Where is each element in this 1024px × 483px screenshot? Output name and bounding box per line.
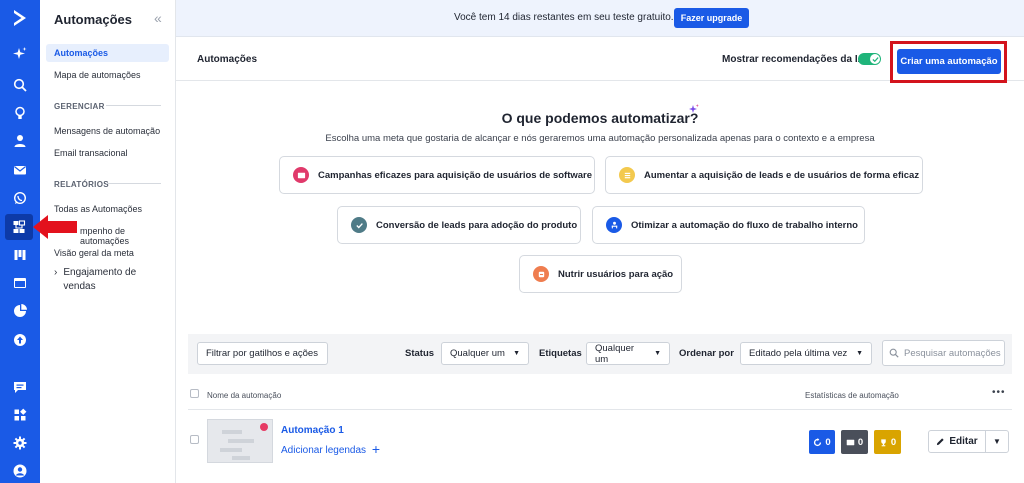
sparkle-icon[interactable]	[8, 42, 32, 66]
sidebar-item-all-automations[interactable]: Todas as Automações	[54, 204, 142, 214]
caret-down-icon: ▼	[654, 350, 661, 357]
column-stats-header: Estatísticas de automação	[805, 391, 899, 400]
automations-icon[interactable]	[5, 214, 33, 240]
goal-card[interactable]: Conversão de leads para adoção do produt…	[337, 206, 581, 244]
secondary-sidebar: Automações « Automações Mapa de automaçõ…	[40, 0, 176, 483]
website-icon[interactable]	[8, 271, 32, 295]
icon-rail	[0, 0, 40, 483]
nurture-icon	[533, 266, 549, 282]
chevron-right-icon: ›	[54, 267, 58, 278]
sidebar-item-automations[interactable]: Automações	[46, 44, 169, 62]
caret-down-icon: ▼	[856, 350, 863, 357]
page-title: Automações	[197, 54, 258, 65]
sidebar-item-automation-messages[interactable]: Mensagens de automação	[54, 126, 160, 136]
sidebar-group-sales-engagement[interactable]: › Engajamento de vendas	[54, 266, 153, 294]
lightbulb-icon[interactable]	[8, 101, 32, 125]
filter-triggers-button[interactable]: Filtrar por gatilhos e ações	[197, 342, 328, 365]
contacts-icon[interactable]	[8, 129, 32, 153]
automation-thumbnail[interactable]	[207, 419, 273, 463]
goal-card[interactable]: Aumentar a aquisição de leads e de usuár…	[605, 156, 923, 194]
column-name-header: Nome da automação	[207, 391, 282, 400]
pencil-icon	[937, 438, 944, 446]
collapse-sidebar-icon[interactable]: «	[154, 10, 162, 26]
tags-select[interactable]: Qualquer um ▼	[586, 342, 670, 365]
user-avatar-icon[interactable]	[8, 459, 32, 483]
red-arrow-annotation	[33, 215, 77, 239]
sidebar-item-automation-map[interactable]: Mapa de automações	[54, 70, 141, 80]
stat-goal-badge[interactable]: 0	[874, 430, 901, 454]
whatsapp-icon[interactable]	[8, 186, 32, 210]
upgrade-button[interactable]: Fazer upgrade	[674, 8, 749, 28]
tags-label: Etiquetas	[539, 348, 582, 359]
automation-name-link[interactable]: Automação 1	[281, 425, 344, 436]
logo-icon[interactable]	[8, 6, 32, 30]
ai-recommendations-label: Mostrar recomendações da IA	[722, 54, 865, 65]
trophy-icon	[881, 438, 886, 446]
workflow-icon	[606, 217, 622, 233]
cycle-icon	[814, 437, 822, 446]
edit-button[interactable]: Editar	[928, 430, 986, 453]
sidebar-item-transactional-email[interactable]: Email transacional	[54, 148, 128, 158]
highlight-box: Criar uma automação	[890, 41, 1007, 83]
search-icon	[889, 348, 899, 358]
filters-bar: Filtrar por gatilhos e ações Status Qual…	[188, 334, 1012, 374]
sparkle-icon	[689, 104, 699, 113]
status-dot	[260, 423, 268, 431]
ai-subtitle: Escolha uma meta que gostaria de alcança…	[325, 133, 875, 144]
sidebar-item-automation-performance[interactable]: mpenho de automações	[80, 226, 175, 246]
section-manage-heading: GERENCIAR	[54, 102, 105, 111]
caret-down-icon: ▼	[993, 437, 1001, 446]
search-input[interactable]: Pesquisar automações	[882, 340, 1005, 366]
ai-recommendations-toggle[interactable]	[858, 53, 881, 65]
apps-icon[interactable]	[8, 403, 32, 427]
ai-heading: O que podemos automatizar?	[501, 110, 699, 126]
trial-banner: Você tem 14 dias restantes em seu teste …	[176, 0, 1024, 37]
status-label: Status	[405, 348, 435, 359]
more-options-icon[interactable]: •••	[992, 387, 1006, 398]
sidebar-title: Automações	[54, 12, 133, 27]
sort-label: Ordenar por	[679, 348, 734, 359]
goal-card[interactable]: Campanhas eficazes para aquisição de usu…	[279, 156, 595, 194]
row-checkbox[interactable]	[190, 435, 199, 444]
table-row: Automação 1 Adicionar legendas + 0 0 0 E…	[188, 410, 1012, 483]
pipelines-icon[interactable]	[8, 243, 32, 267]
stat-contacts-badge[interactable]: 0	[809, 430, 835, 454]
section-reports-heading: RELATÓRIOS	[54, 180, 109, 189]
list-icon	[619, 167, 635, 183]
create-automation-button[interactable]: Criar uma automação	[897, 49, 1001, 74]
add-labels-link[interactable]: Adicionar legendas +	[281, 441, 380, 457]
check-icon	[870, 54, 880, 64]
edit-dropdown-button[interactable]: ▼	[985, 430, 1009, 453]
upgrade-icon[interactable]	[8, 328, 32, 352]
reports-icon[interactable]	[8, 299, 32, 323]
goal-card[interactable]: Nutrir usuários para ação	[519, 255, 682, 293]
mail-icon	[846, 439, 855, 445]
plus-icon: +	[371, 441, 381, 457]
section-divider	[106, 183, 161, 184]
caret-down-icon: ▼	[513, 350, 520, 357]
search-icon[interactable]	[8, 73, 32, 97]
select-all-checkbox[interactable]	[190, 389, 199, 398]
settings-icon[interactable]	[8, 431, 32, 455]
stat-email-badge[interactable]: 0	[841, 430, 868, 454]
sort-select[interactable]: Editado pela última vez ▼	[740, 342, 872, 365]
check-circle-icon	[351, 217, 367, 233]
page-header: Automações Mostrar recomendações da IA C…	[176, 37, 1024, 83]
trial-banner-text: Você tem 14 dias restantes em seu teste …	[454, 12, 674, 23]
mail-icon[interactable]	[8, 158, 32, 182]
conversations-icon[interactable]	[8, 375, 32, 399]
status-select[interactable]: Qualquer um ▼	[441, 342, 529, 365]
table-header: Nome da automação Estatísticas de automa…	[188, 382, 1012, 410]
mail-icon	[293, 167, 309, 183]
sidebar-item-goal-overview[interactable]: Visão geral da meta	[54, 248, 134, 258]
section-divider	[106, 105, 161, 106]
goal-card[interactable]: Otimizar a automação do fluxo de trabalh…	[592, 206, 865, 244]
